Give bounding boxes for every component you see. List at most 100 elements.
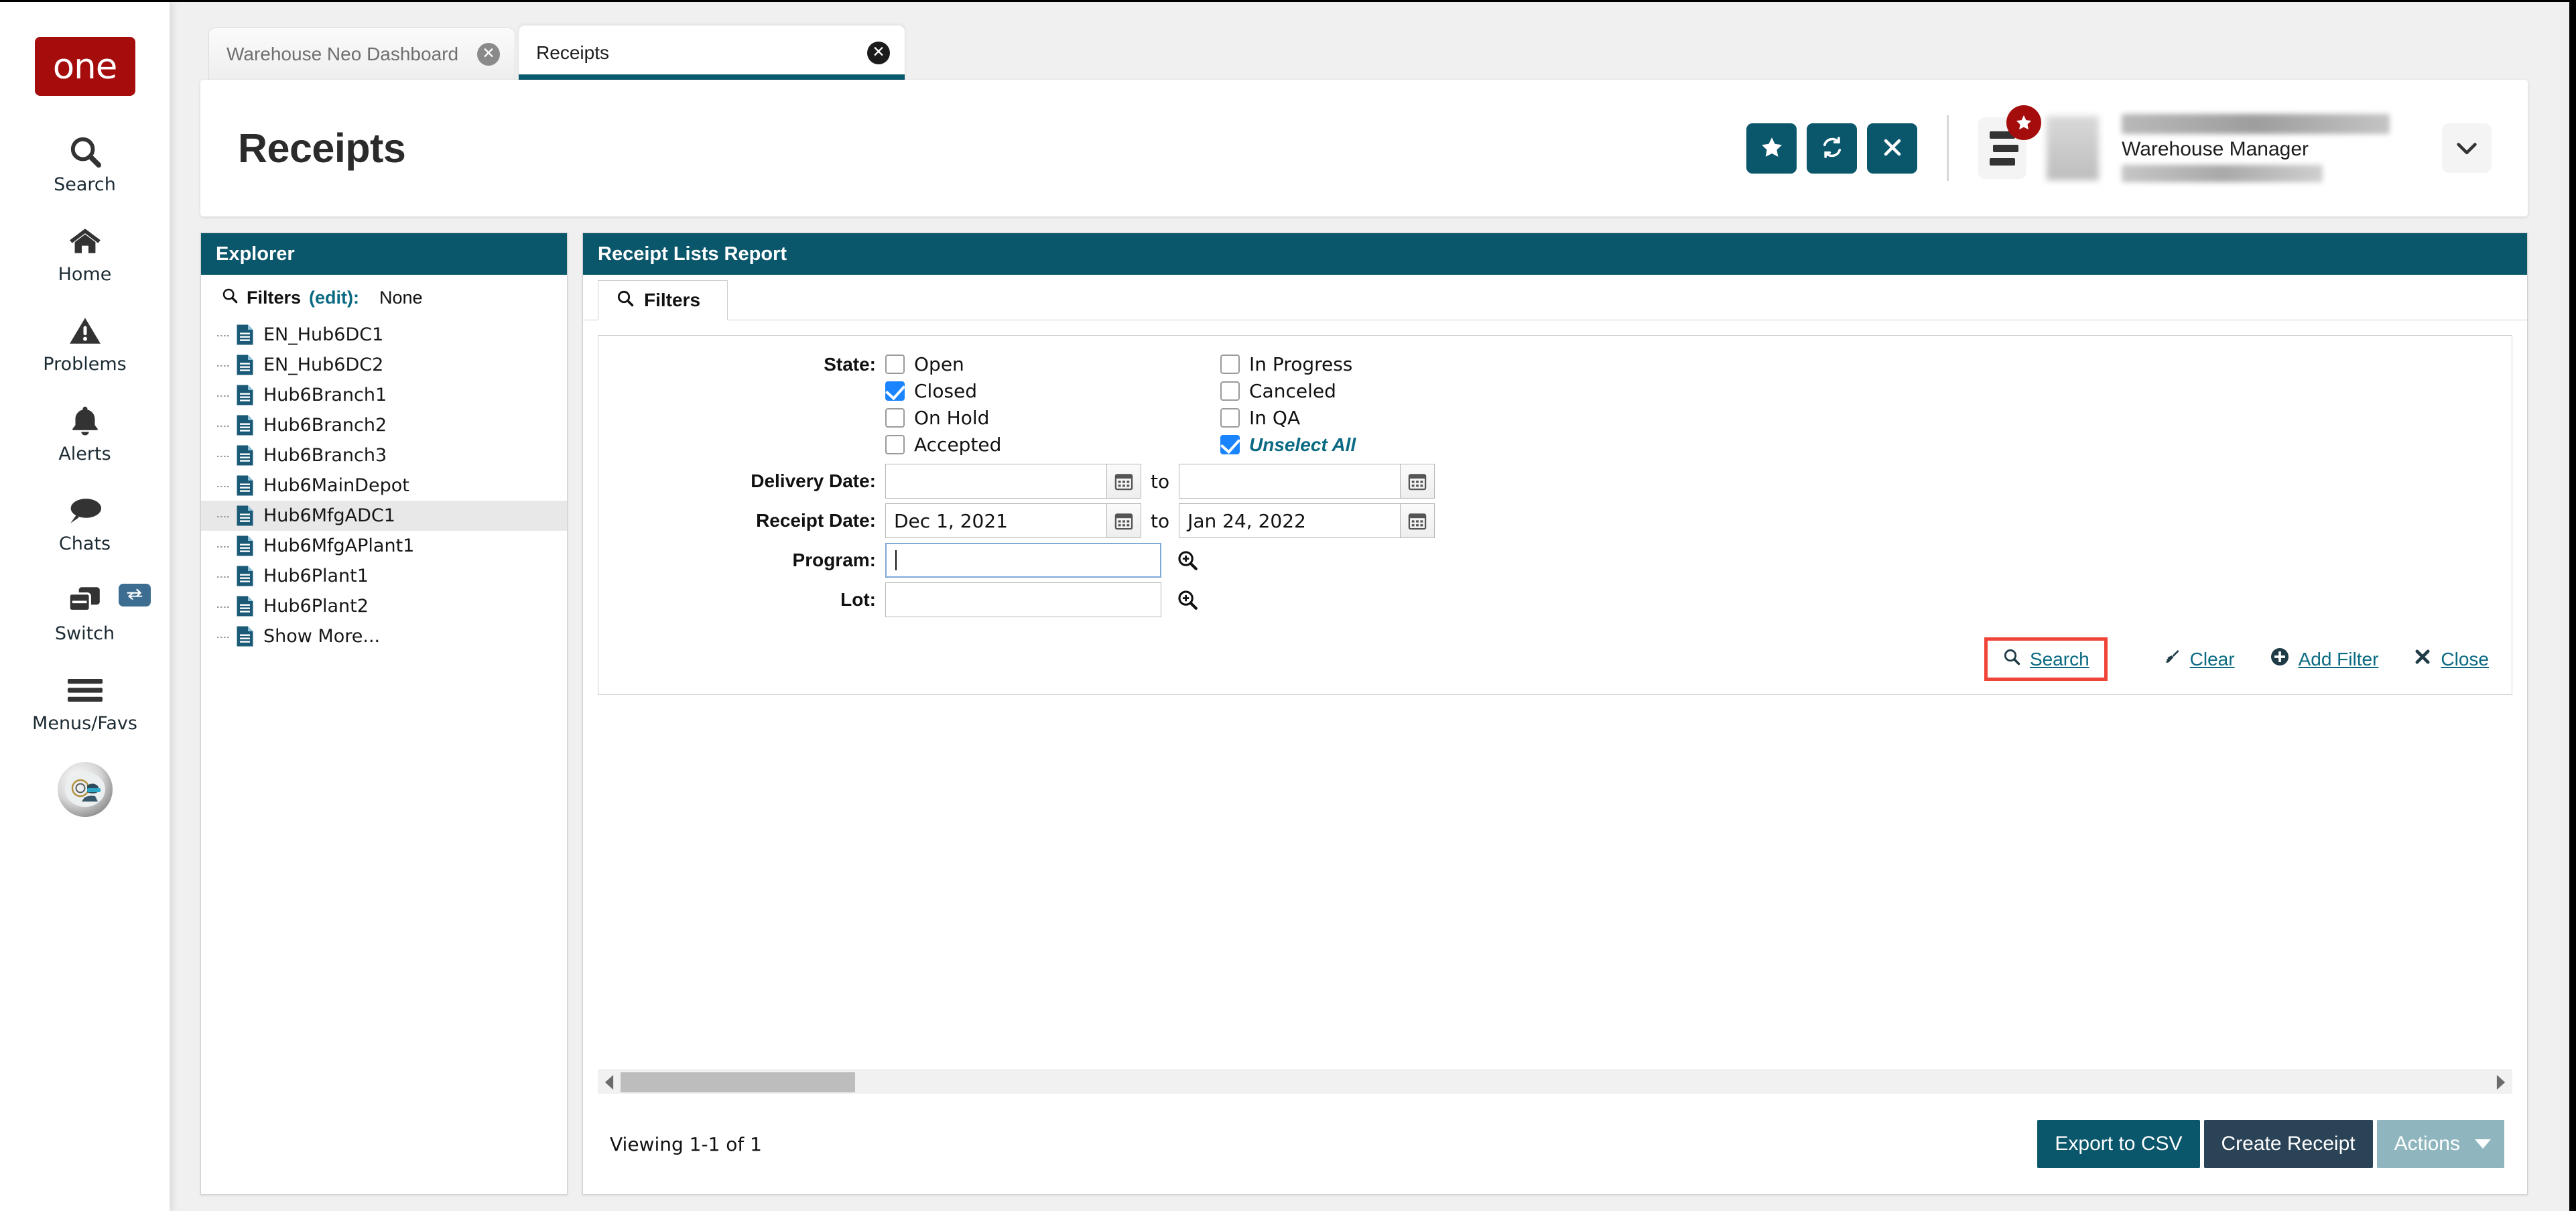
list-item[interactable]: Hub6Plant2: [201, 591, 567, 621]
checkbox-in-progress[interactable]: [1220, 355, 1240, 374]
list-item-label: EN_Hub6DC2: [263, 355, 384, 375]
list-item[interactable]: EN_Hub6DC1: [201, 320, 567, 350]
close-icon[interactable]: ✕: [867, 41, 891, 64]
tab-filters[interactable]: Filters: [598, 280, 728, 320]
tab-warehouse-neo-dashboard[interactable]: Warehouse Neo Dashboard ✕: [208, 27, 516, 80]
export-to-csv-button[interactable]: Export to CSV: [2037, 1120, 2200, 1168]
calendar-icon[interactable]: [1400, 464, 1435, 499]
checkbox-open[interactable]: [885, 355, 905, 374]
program-input[interactable]: [885, 543, 1161, 578]
lot-lookup-icon[interactable]: [1171, 583, 1204, 617]
sidebar-label-home: Home: [58, 264, 112, 285]
x-icon: [2413, 647, 2432, 671]
list-item[interactable]: EN_Hub6DC2: [201, 350, 567, 380]
user-profile[interactable]: Warehouse Manager: [2047, 114, 2410, 182]
checkbox-closed[interactable]: [885, 381, 905, 401]
receipt-date-label: Receipt Date:: [756, 510, 876, 531]
sidebar-item-problems[interactable]: Problems: [0, 313, 170, 375]
brand-logo[interactable]: one: [34, 37, 135, 96]
close-button[interactable]: [1867, 123, 1917, 174]
delivery-date-to-word: to: [1151, 470, 1170, 493]
explorer-filters-row[interactable]: Filters (edit): None: [201, 287, 567, 320]
sidebar-label-problems: Problems: [43, 354, 127, 375]
page-header: Receipts Warehouse Manager: [200, 80, 2528, 216]
checkbox-unselect-all[interactable]: [1220, 435, 1240, 454]
list-item[interactable]: Hub6MainDepot: [201, 470, 567, 501]
checkbox-label: Accepted: [914, 434, 1002, 456]
close-filters-button[interactable]: Close: [2413, 642, 2489, 676]
state-option-on-hold[interactable]: On Hold: [885, 407, 1220, 429]
calendar-icon[interactable]: [1106, 464, 1141, 499]
create-receipt-button[interactable]: Create Receipt: [2203, 1120, 2373, 1168]
list-item[interactable]: Hub6Plant1: [201, 561, 567, 591]
program-lookup-icon[interactable]: [1171, 544, 1204, 577]
horizontal-scrollbar[interactable]: [598, 1070, 2512, 1094]
calendar-icon[interactable]: [1400, 503, 1435, 538]
list-item-show-more[interactable]: Show More...: [201, 621, 567, 651]
state-option-in-progress[interactable]: In Progress: [1220, 353, 1555, 375]
state-option-accepted[interactable]: Accepted: [885, 434, 1220, 456]
delivery-date-to-input[interactable]: [1179, 464, 1401, 499]
checkbox-canceled[interactable]: [1220, 381, 1240, 401]
program-label: Program:: [792, 550, 876, 570]
sidebar-item-home[interactable]: Home: [0, 223, 170, 285]
document-icon: [236, 444, 254, 466]
state-option-in-qa[interactable]: In QA: [1220, 407, 1555, 429]
results-area: [583, 695, 2527, 1070]
sidebar-item-search[interactable]: Search: [0, 133, 170, 195]
checkbox-label: Canceled: [1249, 380, 1336, 402]
sidebar-item-alerts[interactable]: Alerts: [0, 403, 170, 464]
user-menu-chevron-down-icon[interactable]: [2442, 123, 2492, 173]
menu-favorites-icon[interactable]: [1978, 105, 2041, 179]
refresh-button[interactable]: [1807, 123, 1857, 174]
receipt-date-to-word: to: [1151, 509, 1170, 532]
favorite-button[interactable]: [1746, 123, 1797, 174]
delivery-date-to-group: [1179, 464, 1435, 499]
list-item[interactable]: Hub6Branch1: [201, 380, 567, 410]
close-icon[interactable]: ✕: [477, 42, 501, 66]
checkbox-label: Open: [914, 353, 964, 375]
search-button-label: Search: [2029, 648, 2089, 670]
checkbox-accepted[interactable]: [885, 435, 905, 454]
checkbox-in-qa[interactable]: [1220, 408, 1240, 428]
clear-button[interactable]: Clear: [2163, 642, 2235, 676]
scrollbar-track[interactable]: [621, 1072, 2490, 1092]
list-item-selected[interactable]: Hub6MfgADC1: [201, 501, 567, 531]
document-icon: [236, 535, 254, 557]
list-item[interactable]: Hub6MfgAPlant1: [201, 531, 567, 561]
actions-dropdown-button[interactable]: Actions: [2376, 1120, 2504, 1168]
lot-input[interactable]: [885, 582, 1161, 617]
list-item[interactable]: Hub6Branch3: [201, 440, 567, 470]
search-button[interactable]: Search: [1984, 637, 2108, 681]
sidebar-label-menus-favs: Menus/Favs: [32, 713, 137, 734]
state-option-unselect-all[interactable]: Unselect All: [1220, 434, 1555, 456]
scroll-right-icon[interactable]: [2490, 1074, 2512, 1090]
sidebar-item-chats[interactable]: Chats: [0, 493, 170, 554]
receipt-lists-report-panel: Receipt Lists Report Filters State: Open…: [582, 233, 2528, 1195]
calendar-icon[interactable]: [1106, 503, 1141, 538]
robot-assistant-avatar[interactable]: [57, 762, 113, 817]
add-filter-button[interactable]: Add Filter: [2270, 641, 2378, 677]
checkbox-on-hold[interactable]: [885, 408, 905, 428]
plus-circle-icon: [2270, 647, 2290, 672]
list-item[interactable]: Hub6Branch2: [201, 410, 567, 440]
switch-toggle-badge[interactable]: [119, 584, 151, 607]
receipt-date-to-input[interactable]: Jan 24, 2022: [1179, 503, 1401, 538]
sidebar-item-menus-favs[interactable]: Menus/Favs: [0, 672, 170, 734]
explorer-filters-edit-link[interactable]: (edit):: [309, 288, 359, 308]
state-option-open[interactable]: Open: [885, 353, 1220, 375]
scroll-left-icon[interactable]: [598, 1074, 621, 1090]
state-option-closed[interactable]: Closed: [885, 380, 1220, 402]
checkbox-label: Closed: [914, 380, 978, 402]
sidebar-label-alerts: Alerts: [58, 444, 111, 464]
receipt-date-from-input[interactable]: Dec 1, 2021: [885, 503, 1106, 538]
report-title: Receipt Lists Report: [583, 233, 2527, 275]
tab-receipts[interactable]: Receipts ✕: [518, 25, 906, 80]
refresh-icon: [1820, 135, 1844, 162]
report-footer: Viewing 1-1 of 1 Export to CSV Create Re…: [583, 1094, 2527, 1194]
delivery-date-from-input[interactable]: [885, 464, 1106, 499]
scrollbar-thumb[interactable]: [621, 1072, 855, 1092]
state-option-canceled[interactable]: Canceled: [1220, 380, 1555, 402]
brand-logo-text: one: [52, 46, 118, 87]
sidebar-item-switch[interactable]: Switch: [0, 582, 170, 644]
